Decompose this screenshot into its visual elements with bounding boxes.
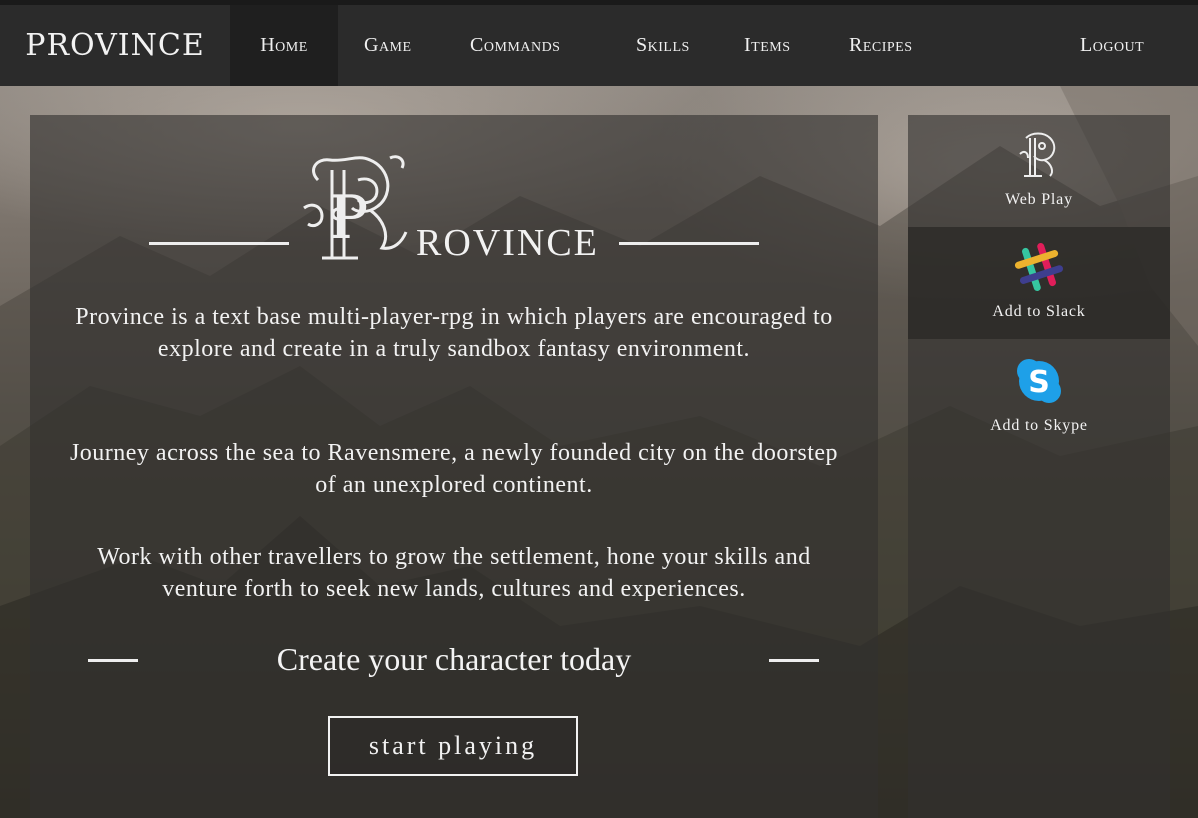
logo-divider-left: [149, 242, 289, 245]
intro-paragraph-1: Province is a text base multi-player-rpg…: [75, 304, 833, 362]
cta-heading: Create your character today: [276, 641, 632, 677]
svg-text:P: P: [328, 183, 368, 253]
nav-items[interactable]: Items: [744, 5, 791, 86]
top-navbar: PROVINCE Home Game Commands Skills Items…: [0, 0, 1198, 86]
add-to-skype-label: Add to Skype: [990, 417, 1088, 434]
add-to-slack-label: Add to Slack: [992, 303, 1086, 320]
integrations-sidebar: Web Play Add to Slack S Add to Skype: [908, 115, 1170, 818]
nav-commands[interactable]: Commands: [470, 5, 560, 86]
intro-paragraph-3: Work with other travellers to grow the s…: [97, 544, 811, 602]
logo-wordmark: ROVINCE: [416, 222, 599, 264]
province-logo: P ROVINCE: [30, 145, 878, 265]
logo-divider-right: [619, 242, 759, 245]
nav-recipes[interactable]: Recipes: [849, 5, 913, 86]
web-play-label: Web Play: [1005, 191, 1073, 208]
nav-skills[interactable]: Skills: [636, 5, 690, 86]
start-playing-button[interactable]: start playing: [328, 716, 578, 776]
slack-icon: [1014, 241, 1064, 293]
web-play-link[interactable]: Web Play: [908, 115, 1170, 227]
nav-home[interactable]: Home: [230, 5, 338, 86]
intro-paragraph-2: Journey across the sea to Ravensmere, a …: [69, 440, 839, 498]
logout-link[interactable]: Logout: [1080, 5, 1144, 86]
brand-logo[interactable]: PROVINCE: [0, 5, 230, 86]
add-to-slack-link[interactable]: Add to Slack: [908, 227, 1170, 339]
province-p-icon: [1016, 129, 1062, 181]
nav-game[interactable]: Game: [364, 5, 412, 86]
cta-heading-row: Create your character today: [30, 637, 878, 681]
ornate-p-icon: P: [303, 155, 408, 260]
cta-divider-right: [769, 659, 819, 662]
add-to-skype-link[interactable]: S Add to Skype: [908, 341, 1170, 453]
svg-text:S: S: [1028, 365, 1050, 400]
intro-panel: P ROVINCE Province is a text base multi-…: [30, 115, 878, 818]
skype-icon: S: [1014, 355, 1064, 407]
